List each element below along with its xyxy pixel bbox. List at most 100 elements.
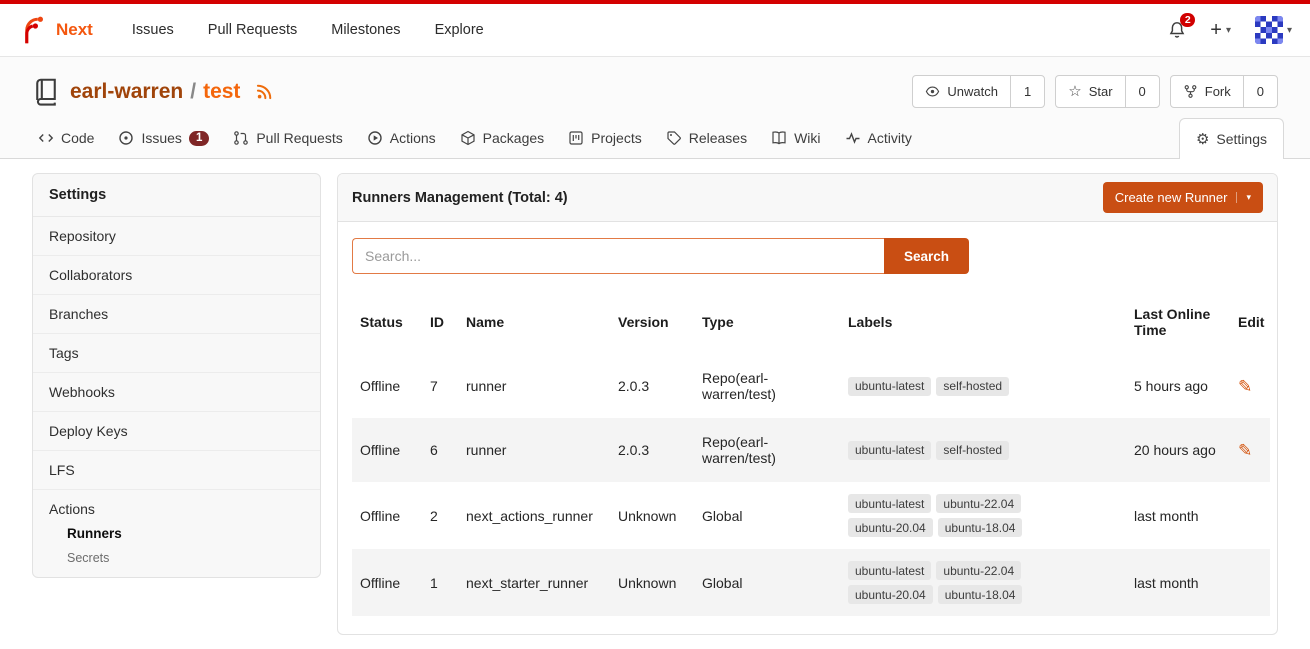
repo-header: earl-warren / test Unwatch 1 bbox=[0, 57, 1310, 159]
user-menu-button[interactable]: ▾ bbox=[1255, 16, 1292, 44]
runner-search-form: Search bbox=[352, 238, 1263, 274]
unwatch-button[interactable]: Unwatch bbox=[913, 76, 1010, 107]
create-new-runner-label: Create new Runner bbox=[1115, 190, 1228, 205]
sidebar-item-deploy-keys[interactable]: Deploy Keys bbox=[33, 412, 320, 451]
label-chip: ubuntu-18.04 bbox=[938, 585, 1023, 604]
nav-item-issues[interactable]: Issues bbox=[115, 22, 191, 38]
tab-activity-label: Activity bbox=[868, 130, 912, 146]
runner-labels: ubuntu-latest self-hosted bbox=[848, 441, 1043, 460]
runner-last-online: last month bbox=[1126, 549, 1230, 616]
table-row: Offline 7 runner 2.0.3 Repo(earl-warren/… bbox=[352, 354, 1270, 418]
sidebar-item-webhooks[interactable]: Webhooks bbox=[33, 373, 320, 412]
label-chip: self-hosted bbox=[936, 441, 1009, 460]
tag-icon bbox=[666, 130, 682, 146]
column-header-edit: Edit bbox=[1230, 290, 1270, 354]
tab-wiki[interactable]: Wiki bbox=[759, 118, 832, 158]
runner-labels: ubuntu-latest self-hosted bbox=[848, 377, 1043, 396]
star-icon: ☆ bbox=[1068, 84, 1081, 99]
sidebar-item-actions[interactable]: Actions bbox=[33, 490, 320, 521]
forks-count[interactable]: 0 bbox=[1243, 76, 1277, 107]
column-header-labels: Labels bbox=[840, 290, 1126, 354]
nav-item-milestones[interactable]: Milestones bbox=[314, 22, 417, 38]
home-brand[interactable]: Next bbox=[18, 15, 93, 45]
rss-button[interactable] bbox=[256, 83, 273, 100]
tab-code[interactable]: Code bbox=[26, 118, 106, 158]
code-icon bbox=[38, 130, 54, 146]
search-input[interactable] bbox=[352, 238, 884, 274]
repo-name-link[interactable]: test bbox=[203, 80, 240, 104]
runner-version: Unknown bbox=[610, 482, 694, 549]
label-chip: ubuntu-latest bbox=[848, 377, 931, 396]
nav-item-explore[interactable]: Explore bbox=[418, 22, 501, 38]
sidebar-item-repository[interactable]: Repository bbox=[33, 217, 320, 256]
table-row: Offline 1 next_starter_runner Unknown Gl… bbox=[352, 549, 1270, 616]
repo-owner-link[interactable]: earl-warren bbox=[70, 80, 183, 104]
notifications-button[interactable]: 2 bbox=[1168, 21, 1186, 39]
tab-actions[interactable]: Actions bbox=[355, 118, 448, 158]
tab-releases[interactable]: Releases bbox=[654, 118, 759, 158]
runner-status: Offline bbox=[352, 354, 422, 418]
create-new-runner-button[interactable]: Create new Runner ▾ bbox=[1103, 182, 1263, 213]
edit-runner-button[interactable]: ✎ bbox=[1238, 378, 1252, 395]
star-button[interactable]: ☆ Star bbox=[1056, 76, 1124, 107]
tab-pull-requests[interactable]: Pull Requests bbox=[221, 118, 354, 158]
tab-settings-label: Settings bbox=[1216, 131, 1267, 147]
runner-labels: ubuntu-latest ubuntu-22.04 ubuntu-20.04 … bbox=[848, 494, 1043, 537]
sidebar-item-collaborators[interactable]: Collaborators bbox=[33, 256, 320, 295]
sidebar-item-lfs[interactable]: LFS bbox=[33, 451, 320, 490]
tab-pull-requests-label: Pull Requests bbox=[256, 130, 342, 146]
table-header-row: Status ID Name Version Type Labels Last … bbox=[352, 290, 1270, 354]
runners-panel-header: Runners Management (Total: 4) Create new… bbox=[338, 174, 1277, 222]
edit-pencil-icon: ✎ bbox=[1238, 377, 1252, 396]
plus-icon: + bbox=[1210, 20, 1222, 40]
fork-label: Fork bbox=[1205, 84, 1231, 99]
tab-projects[interactable]: Projects bbox=[556, 118, 654, 158]
package-icon bbox=[460, 130, 476, 146]
label-chip: ubuntu-18.04 bbox=[938, 518, 1023, 537]
label-chip: ubuntu-latest bbox=[848, 561, 931, 580]
tab-issues[interactable]: Issues 1 bbox=[106, 118, 221, 158]
watchers-count[interactable]: 1 bbox=[1010, 76, 1044, 107]
edit-runner-button[interactable]: ✎ bbox=[1238, 442, 1252, 459]
tab-settings[interactable]: ⚙ Settings bbox=[1179, 118, 1284, 159]
tab-packages[interactable]: Packages bbox=[448, 118, 556, 158]
stars-count[interactable]: 0 bbox=[1125, 76, 1159, 107]
runner-name: runner bbox=[458, 354, 610, 418]
runner-status: Offline bbox=[352, 549, 422, 616]
column-header-status: Status bbox=[352, 290, 422, 354]
settings-sidebar: Settings Repository Collaborators Branch… bbox=[32, 173, 321, 578]
runner-version: Unknown bbox=[610, 549, 694, 616]
table-row: Offline 2 next_actions_runner Unknown Gl… bbox=[352, 482, 1270, 549]
notification-count-badge: 2 bbox=[1180, 13, 1195, 27]
sidebar-item-branches[interactable]: Branches bbox=[33, 295, 320, 334]
label-chip: ubuntu-22.04 bbox=[936, 494, 1021, 513]
search-button[interactable]: Search bbox=[884, 238, 969, 274]
label-chip: ubuntu-20.04 bbox=[848, 518, 933, 537]
runners-table: Status ID Name Version Type Labels Last … bbox=[352, 290, 1270, 616]
fork-button[interactable]: Fork bbox=[1171, 76, 1243, 107]
edit-pencil-icon: ✎ bbox=[1238, 441, 1252, 460]
pulse-icon bbox=[845, 130, 861, 146]
star-label: Star bbox=[1089, 84, 1113, 99]
nav-item-pull-requests[interactable]: Pull Requests bbox=[191, 22, 314, 38]
runner-name: next_actions_runner bbox=[458, 482, 610, 549]
tab-packages-label: Packages bbox=[483, 130, 544, 146]
runner-type: Repo(earl-warren/test) bbox=[694, 418, 840, 482]
tab-issues-label: Issues bbox=[141, 130, 181, 146]
tab-actions-label: Actions bbox=[390, 130, 436, 146]
fork-icon bbox=[1183, 84, 1198, 99]
repo-tabs: Code Issues 1 Pull Requests Acti bbox=[0, 118, 1310, 159]
create-menu-button[interactable]: + ▾ bbox=[1210, 20, 1231, 40]
sidebar-item-secrets[interactable]: Secrets bbox=[33, 546, 320, 577]
brand-name: Next bbox=[56, 20, 93, 40]
sidebar-item-runners[interactable]: Runners bbox=[33, 521, 320, 546]
tab-activity[interactable]: Activity bbox=[833, 118, 924, 158]
column-header-name: Name bbox=[458, 290, 610, 354]
eye-icon bbox=[925, 84, 940, 99]
column-header-version: Version bbox=[610, 290, 694, 354]
runner-id: 6 bbox=[422, 418, 458, 482]
label-chip: ubuntu-latest bbox=[848, 441, 931, 460]
sidebar-item-tags[interactable]: Tags bbox=[33, 334, 320, 373]
runner-id: 7 bbox=[422, 354, 458, 418]
repo-separator: / bbox=[190, 80, 196, 104]
